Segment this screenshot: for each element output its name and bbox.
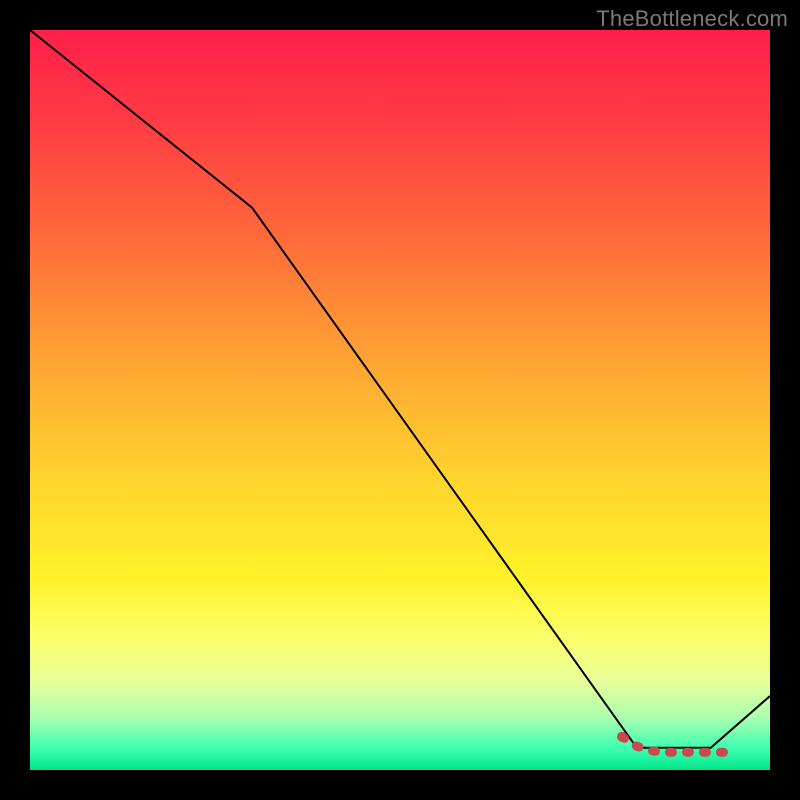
chart-root: { "watermark": "TheBottleneck.com", "col…	[0, 0, 800, 800]
gradient-background	[30, 30, 770, 770]
plot-area	[30, 30, 770, 770]
chart-svg	[30, 30, 770, 770]
watermark-text: TheBottleneck.com	[596, 6, 788, 32]
